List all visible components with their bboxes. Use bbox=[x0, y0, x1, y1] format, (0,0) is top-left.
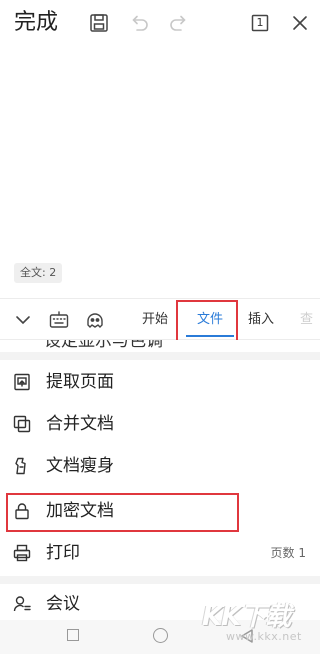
top-toolbar: 完成 1 bbox=[0, 0, 320, 46]
redo-icon[interactable] bbox=[168, 12, 190, 34]
menu-item-label: 合并文档 bbox=[46, 414, 114, 434]
assistant-face-icon[interactable] bbox=[84, 309, 106, 331]
menu-item-label: 文档瘦身 bbox=[46, 456, 114, 476]
extract-page-icon bbox=[12, 372, 32, 392]
home-button[interactable] bbox=[153, 628, 168, 643]
watermark: KK下载 www.kkx.net bbox=[202, 596, 314, 652]
watermark-url: www.kkx.net bbox=[226, 630, 302, 643]
keyboard-icon[interactable] bbox=[48, 309, 70, 331]
highlight-box-encrypt bbox=[6, 493, 239, 532]
meeting-icon bbox=[12, 594, 32, 614]
word-count-badge: 全文: 2 bbox=[14, 263, 63, 283]
page-count-icon[interactable]: 1 bbox=[249, 12, 271, 34]
menu-item-label: 打印 bbox=[46, 543, 80, 563]
close-icon[interactable] bbox=[289, 12, 311, 34]
menu-item-print[interactable]: 打印 页数 1 bbox=[0, 532, 320, 574]
merge-document-icon bbox=[12, 414, 32, 434]
highlight-box-file-tab bbox=[176, 300, 238, 342]
menu-item-label: 会议 bbox=[46, 594, 80, 614]
tab-review[interactable]: 查 bbox=[300, 299, 320, 341]
printer-icon bbox=[12, 543, 32, 563]
menu-item-label: 提取页面 bbox=[46, 372, 114, 392]
tab-start[interactable]: 开始 bbox=[140, 299, 170, 341]
file-menu: 设定显示与色调 提取页面 合并文档 文档瘦身 加密文档 打印 页数 1 会议 bbox=[0, 340, 320, 620]
save-icon[interactable] bbox=[88, 12, 110, 34]
menu-separator bbox=[0, 352, 320, 360]
done-button[interactable]: 完成 bbox=[14, 8, 58, 38]
page-count-badge: 1 bbox=[256, 16, 264, 29]
undo-icon[interactable] bbox=[128, 12, 150, 34]
menu-item-extract-pages[interactable]: 提取页面 bbox=[0, 361, 320, 403]
tab-insert[interactable]: 插入 bbox=[246, 299, 276, 341]
slim-document-icon bbox=[12, 456, 32, 476]
print-page-count: 页数 1 bbox=[270, 546, 306, 560]
document-canvas[interactable] bbox=[0, 46, 320, 296]
recent-apps-button[interactable] bbox=[67, 629, 79, 641]
menu-item-slim-document[interactable]: 文档瘦身 bbox=[0, 445, 320, 487]
menu-item-cutoff[interactable]: 设定显示与色调 bbox=[44, 340, 163, 352]
collapse-chevron-icon[interactable] bbox=[12, 309, 34, 331]
ribbon-tab-bar: 开始 文件 插入 查 bbox=[0, 298, 320, 340]
menu-item-merge-documents[interactable]: 合并文档 bbox=[0, 403, 320, 445]
watermark-logo: KK下载 bbox=[202, 602, 291, 632]
